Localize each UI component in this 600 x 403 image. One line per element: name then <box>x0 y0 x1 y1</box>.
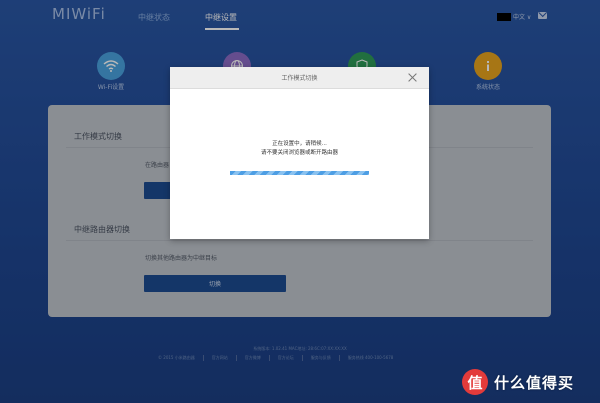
progress-bar <box>230 171 369 175</box>
watermark-text: 什么值得买 <box>494 373 575 392</box>
dialog-message-line1: 正在设置中，请稍候... <box>272 141 327 147</box>
dialog-message-line2: 请不要关闭浏览器或断开路由器 <box>260 150 338 156</box>
dialog-title: 工作模式切换 <box>281 75 318 82</box>
progress-bar-fill <box>230 171 369 175</box>
watermark: 值 什么值得买 <box>462 369 574 395</box>
mode-switch-dialog: 工作模式切换 正在设置中，请稍候... 请不要关闭浏览器或断开路由器 <box>170 67 429 239</box>
close-icon[interactable] <box>406 71 419 84</box>
watermark-logo: 值 <box>462 369 488 395</box>
dialog-header: 工作模式切换 <box>170 67 429 89</box>
